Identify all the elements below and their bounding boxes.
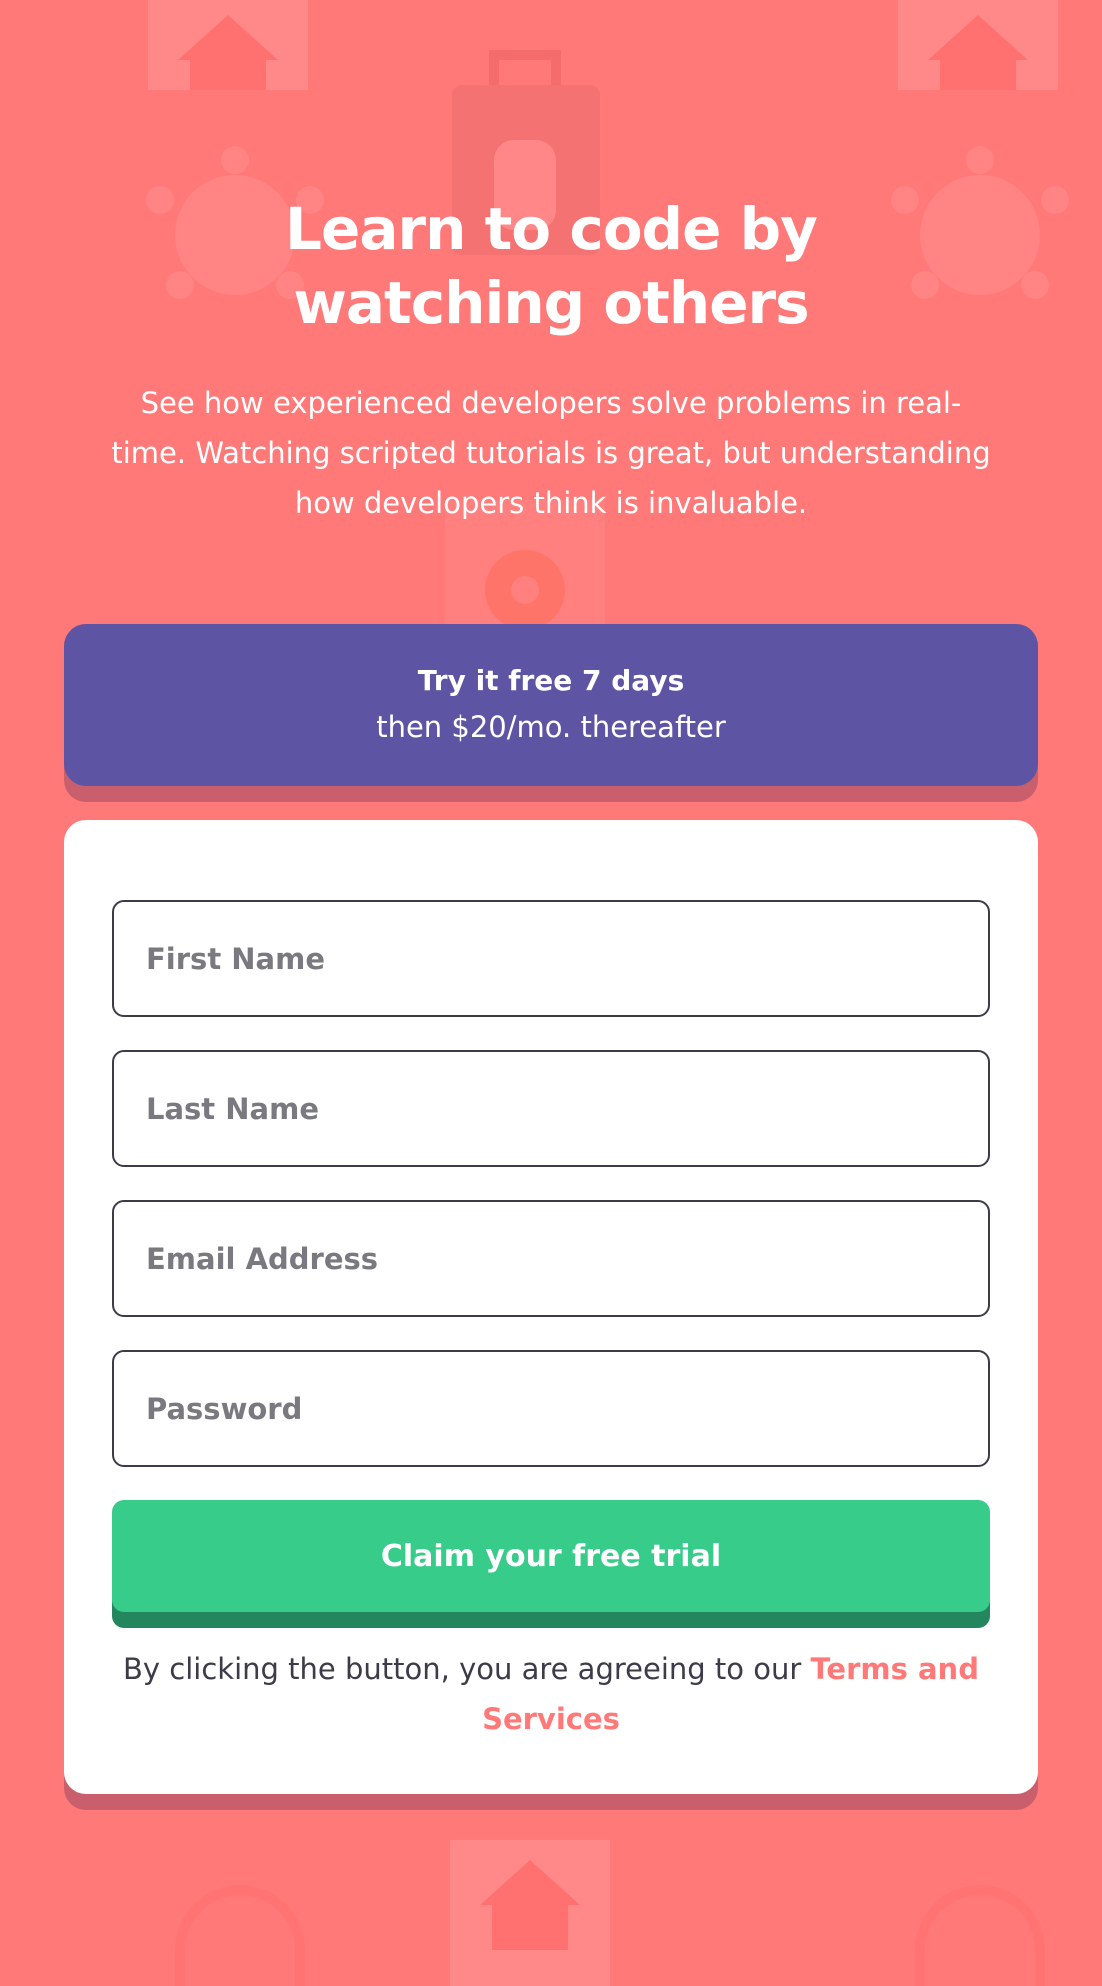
terms-notice: By clicking the button, you are agreeing…: [112, 1644, 990, 1744]
signup-form: Claim your free trial By clicking the bu…: [64, 820, 1038, 1794]
page: Learn to code by watching others See how…: [0, 0, 1102, 1986]
email-field[interactable]: [112, 1200, 990, 1317]
claim-trial-button[interactable]: Claim your free trial: [112, 1500, 990, 1612]
offer-banner: Try it free 7 days then $20/mo. thereaft…: [64, 624, 1038, 786]
offer-price: then $20/mo. thereafter: [376, 710, 726, 744]
password-field[interactable]: [112, 1350, 990, 1467]
page-title: Learn to code by watching others: [0, 192, 1102, 340]
last-name-field[interactable]: [112, 1050, 990, 1167]
title-line-1: Learn to code by: [285, 195, 818, 263]
offer-headline: Try it free 7 days: [417, 664, 685, 697]
subtitle-line-1: See how experienced developers solve pro…: [140, 386, 962, 420]
subtitle-line-3: how developers think is invaluable.: [294, 486, 808, 520]
first-name-field[interactable]: [112, 900, 990, 1017]
terms-text: By clicking the button, you are agreeing…: [123, 1652, 802, 1686]
title-line-2: watching others: [293, 269, 809, 337]
subtitle-line-2: time. Watching scripted tutorials is gre…: [111, 436, 991, 470]
page-subtitle: See how experienced developers solve pro…: [60, 378, 1042, 528]
